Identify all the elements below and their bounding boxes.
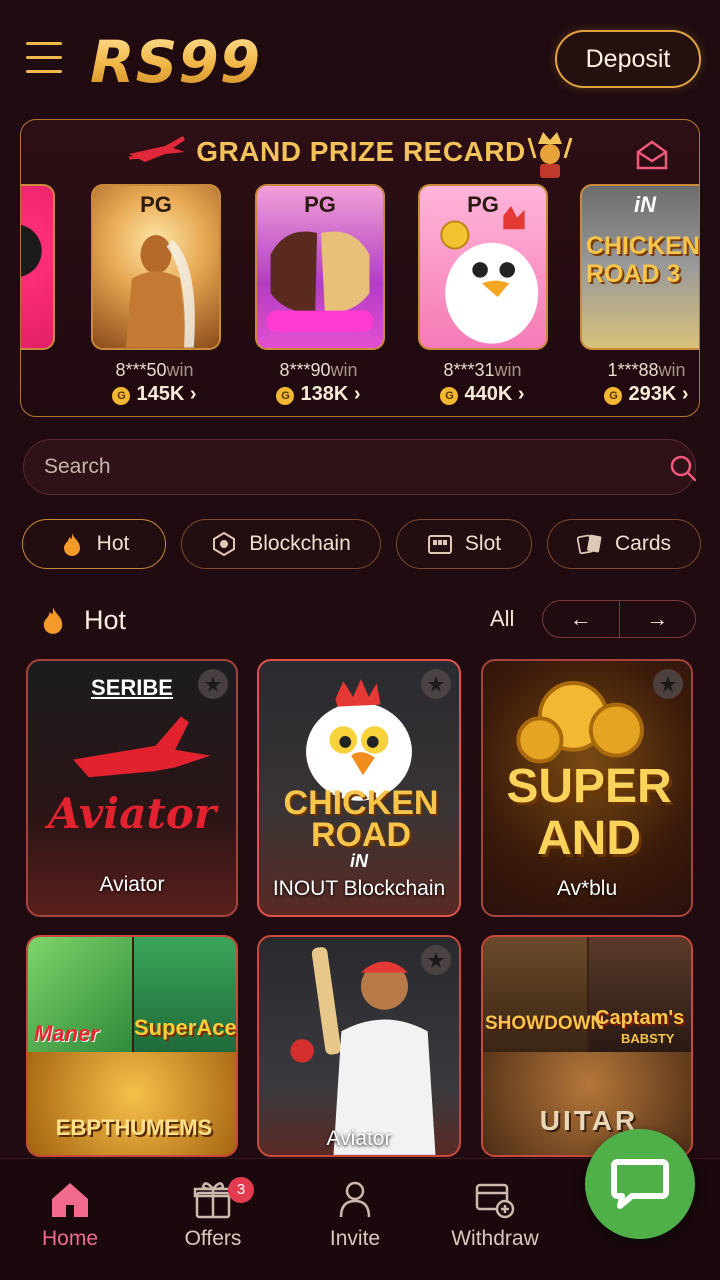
prize-user: 8***50win — [115, 360, 194, 380]
prize-user: 8***31win — [443, 360, 522, 380]
game-label: Av*blu — [556, 877, 618, 900]
search-input[interactable] — [44, 452, 624, 482]
nav-label: Invite — [329, 1227, 381, 1250]
nav-offers[interactable]: 3 Offers — [148, 1177, 278, 1251]
nav-withdraw[interactable]: Withdraw — [430, 1177, 560, 1251]
mail-icon[interactable] — [635, 138, 669, 172]
coin-icon: G — [440, 387, 459, 405]
category-label: Blockchain — [249, 532, 351, 555]
game-art-text: EBPTHUMEMS — [55, 1115, 213, 1140]
cards-icon — [576, 534, 602, 555]
chocolate-art — [266, 231, 374, 332]
prize-amount[interactable]: G 293K › — [565, 383, 699, 406]
game-tile-collage[interactable]: Maner SuperAce EBPTHUMEMS — [26, 935, 238, 1157]
blockchain-icon — [213, 531, 236, 557]
favorite-star-icon[interactable] — [198, 669, 228, 699]
category-label: Hot — [96, 532, 130, 555]
chat-button[interactable] — [585, 1129, 695, 1239]
home-icon — [52, 1183, 88, 1217]
grand-prize-panel: GRAND PRIZE RECARD PG 8***50win G 145K › … — [20, 119, 700, 417]
nav-label: Offers — [184, 1227, 242, 1250]
game-label: Aviator — [326, 1127, 392, 1150]
offers-badge: 3 — [228, 1177, 254, 1203]
pager: ← → — [542, 600, 696, 638]
flame-icon — [63, 533, 80, 556]
logo: RS99 — [90, 28, 262, 96]
prize-card[interactable]: PG — [255, 184, 385, 350]
category-hot[interactable]: Hot — [22, 519, 166, 569]
search-bar — [23, 439, 697, 495]
search-icon[interactable] — [669, 454, 697, 482]
game-label: Aviator — [99, 873, 165, 896]
prize-user: 1***88win — [607, 360, 686, 380]
warrior-art — [125, 235, 195, 348]
card-brand: iN — [634, 192, 656, 217]
nav-label: Withdraw — [451, 1227, 539, 1250]
prize-title: GRAND PRIZE RECARD — [196, 136, 526, 167]
withdraw-icon — [475, 1183, 515, 1219]
coin-icon: G — [604, 387, 623, 405]
slot-icon — [427, 535, 452, 554]
section-header: Hot — [38, 600, 126, 640]
category-label: Cards — [614, 532, 672, 555]
game-tile-chicken-road[interactable]: CHICKEN ROAD iN INOUT Blockchain — [257, 659, 461, 917]
invite-icon — [339, 1181, 371, 1218]
prize-amount[interactable]: G 145K › — [73, 383, 236, 406]
game-art-text: CHICKEN ROAD — [283, 784, 439, 854]
game-art-text: BABSTY — [621, 1031, 675, 1046]
nav-label: Home — [41, 1227, 99, 1250]
flame-icon — [43, 607, 63, 634]
category-slot[interactable]: Slot — [396, 519, 532, 569]
game-brand: iN — [350, 851, 368, 871]
next-button[interactable]: → — [618, 601, 696, 637]
prize-amount[interactable]: G 440K › — [401, 383, 564, 406]
prize-user: 8***90win — [279, 360, 358, 380]
all-link[interactable]: All — [490, 606, 514, 632]
game-art-text: Aviator — [48, 789, 216, 838]
game-tile-cricket[interactable]: Aviator — [257, 935, 461, 1157]
prize-card[interactable]: PG — [91, 184, 221, 350]
prize-card-partial[interactable] — [21, 184, 55, 350]
game-art-text: SUPER AND — [506, 760, 672, 865]
card-art-text: CHICKEN ROAD 3 — [586, 232, 700, 288]
game-tile-super-and[interactable]: SUPER AND Av*blu — [481, 659, 693, 917]
section-title: Hot — [84, 604, 127, 635]
header: RS99 Deposit — [0, 0, 720, 120]
art-panel — [28, 1052, 236, 1155]
prize-amount[interactable]: G 138K › — [237, 383, 400, 406]
favorite-star-icon[interactable] — [421, 669, 451, 699]
category-cards[interactable]: Cards — [547, 519, 701, 569]
prev-button[interactable]: ← — [543, 601, 619, 637]
chicken-art — [440, 205, 539, 344]
category-label: Slot — [464, 532, 502, 555]
nav-invite[interactable]: Invite — [290, 1177, 420, 1251]
deposit-button[interactable]: Deposit — [555, 30, 701, 88]
game-art-text: SHOWDOWN — [485, 1013, 605, 1034]
game-art-text: Captam's — [595, 1007, 685, 1029]
coin-icon: G — [276, 387, 295, 405]
coin-icon: G — [112, 387, 131, 405]
prize-card[interactable]: iN CHICKEN ROAD 3 — [580, 184, 700, 350]
mascot-icon — [527, 132, 573, 178]
menu-icon[interactable] — [26, 42, 62, 74]
game-label: INOUT Blockchain — [272, 877, 446, 900]
favorite-star-icon[interactable] — [653, 669, 683, 699]
favorite-star-icon[interactable] — [421, 945, 451, 975]
game-tile-aviator[interactable]: SERIBE Aviator Aviator — [26, 659, 238, 917]
nav-home[interactable]: Home — [5, 1177, 135, 1251]
game-art-text: Maner — [34, 1021, 99, 1046]
game-art-text: SuperAce — [134, 1015, 237, 1040]
prize-card[interactable]: PG — [418, 184, 548, 350]
game-art-text: UITAR — [539, 1105, 639, 1136]
game-tile-showdown-collage[interactable]: SHOWDOWN Captam's BABSTY UITAR — [481, 935, 693, 1157]
chat-icon — [611, 1159, 669, 1209]
category-blockchain[interactable]: Blockchain — [181, 519, 381, 569]
